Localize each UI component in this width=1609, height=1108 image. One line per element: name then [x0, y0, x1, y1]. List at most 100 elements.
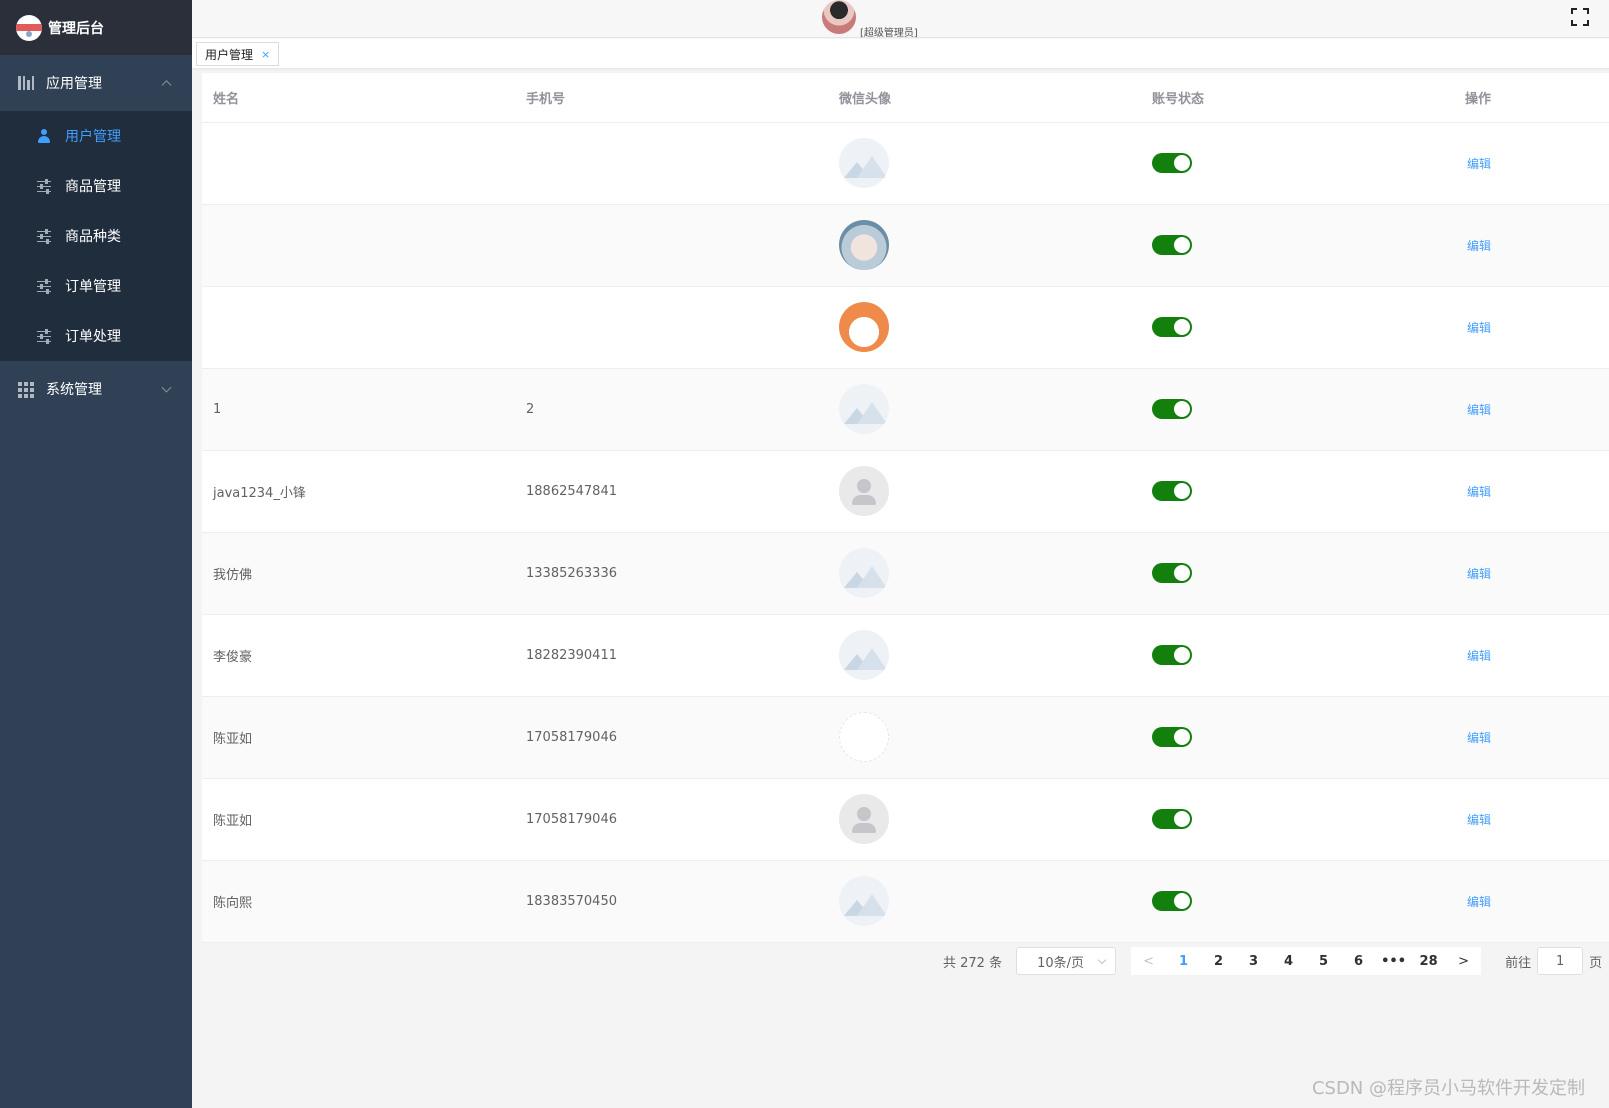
- menu-group-system-management[interactable]: 系统管理: [0, 361, 192, 417]
- cell-phone: [515, 204, 828, 287]
- sliders-icon: [37, 329, 51, 344]
- fullscreen-icon[interactable]: [1571, 8, 1589, 26]
- sliders-icon: [37, 229, 51, 244]
- avatar-image: [839, 876, 889, 926]
- brand[interactable]: 管理后台: [0, 0, 192, 55]
- page-button[interactable]: 4: [1271, 947, 1307, 975]
- page-button[interactable]: 3: [1236, 947, 1272, 975]
- cell-name: [202, 122, 515, 205]
- cell-avatar: [828, 532, 1141, 615]
- menu-group-app-management[interactable]: 应用管理: [0, 55, 192, 111]
- avatar-image: [839, 630, 889, 680]
- sidebar-item-label: 订单处理: [65, 329, 121, 345]
- status-toggle[interactable]: [1152, 153, 1192, 173]
- status-toggle[interactable]: [1152, 563, 1192, 583]
- status-toggle[interactable]: [1152, 809, 1192, 829]
- cell-status: [1141, 450, 1454, 533]
- sidebar-item-label: 商品种类: [65, 229, 121, 245]
- edit-link[interactable]: 编辑: [1467, 321, 1491, 335]
- cell-avatar: [828, 860, 1141, 943]
- close-icon[interactable]: ×: [261, 48, 270, 61]
- status-toggle[interactable]: [1152, 891, 1192, 911]
- avatar-image: [839, 302, 889, 352]
- column-header-status: 账号状态: [1141, 73, 1454, 123]
- cell-avatar: [828, 122, 1141, 205]
- sidebar-item-order-management[interactable]: 订单管理: [0, 261, 192, 311]
- cell-phone: 17058179046: [515, 696, 828, 779]
- cell-name: 1: [202, 368, 515, 451]
- pager: < 1 2 3 4 5 6 ••• 28 >: [1131, 947, 1482, 975]
- cell-phone: [515, 286, 828, 369]
- status-toggle[interactable]: [1152, 645, 1192, 665]
- cell-name: java1234_小锋: [202, 450, 515, 533]
- edit-link[interactable]: 编辑: [1467, 403, 1491, 417]
- status-toggle[interactable]: [1152, 727, 1192, 747]
- cell-name: 李俊豪: [202, 614, 515, 697]
- cell-phone: 18383570450: [515, 860, 828, 943]
- edit-link[interactable]: 编辑: [1467, 485, 1491, 499]
- edit-link[interactable]: 编辑: [1467, 157, 1491, 171]
- edit-link[interactable]: 编辑: [1467, 239, 1491, 253]
- page-button[interactable]: 28: [1411, 947, 1447, 975]
- column-header-action: 操作: [1454, 73, 1609, 123]
- table-row: 1 2 编辑: [202, 368, 1609, 451]
- chart-bars-icon: [18, 76, 34, 90]
- cell-action: 编辑: [1454, 204, 1609, 287]
- table-row: 编辑: [202, 286, 1609, 369]
- edit-link[interactable]: 编辑: [1467, 895, 1491, 909]
- table-row: 陈向熙 18383570450 编辑: [202, 860, 1609, 943]
- page-size-select[interactable]: 10条/页: [1016, 947, 1117, 975]
- page-jump-input[interactable]: [1537, 947, 1584, 975]
- sidebar-item-order-processing[interactable]: 订单处理: [0, 311, 192, 361]
- cell-action: 编辑: [1454, 532, 1609, 615]
- grid-icon: [18, 382, 34, 398]
- cell-status: [1141, 286, 1454, 369]
- cell-avatar: [828, 450, 1141, 533]
- avatar-image: [839, 220, 889, 270]
- page-button[interactable]: 6: [1341, 947, 1377, 975]
- tags-bar: 用户管理 ×: [192, 39, 1609, 69]
- page-button[interactable]: 2: [1201, 947, 1237, 975]
- page-button[interactable]: 1: [1166, 947, 1202, 975]
- tag-user-management[interactable]: 用户管理 ×: [196, 42, 280, 66]
- user-role: [超级管理员]: [860, 28, 918, 39]
- more-pages-button[interactable]: •••: [1376, 947, 1412, 975]
- cell-phone: 17058179046: [515, 778, 828, 861]
- sidebar-item-product-management[interactable]: 商品管理: [0, 161, 192, 211]
- logo-icon: [16, 14, 42, 41]
- chevron-up-icon: [161, 80, 172, 91]
- cell-avatar: [828, 204, 1141, 287]
- avatar-image: [839, 712, 889, 762]
- table-row: 编辑: [202, 122, 1609, 205]
- top-header: [超级管理员]: [192, 0, 1609, 39]
- cell-avatar: [828, 614, 1141, 697]
- cell-status: [1141, 778, 1454, 861]
- user-avatar[interactable]: [822, 0, 856, 34]
- cell-status: [1141, 614, 1454, 697]
- page-jump: 前往 页: [1505, 947, 1602, 975]
- edit-link[interactable]: 编辑: [1467, 649, 1491, 663]
- pagination: 共 272 条 10条/页 < 1 2 3 4 5 6 ••• 28 > 前往 …: [943, 947, 1602, 975]
- prev-page-button[interactable]: <: [1131, 947, 1167, 975]
- status-toggle[interactable]: [1152, 399, 1192, 419]
- cell-phone: 18282390411: [515, 614, 828, 697]
- cell-action: 编辑: [1454, 368, 1609, 451]
- status-toggle[interactable]: [1152, 481, 1192, 501]
- status-toggle[interactable]: [1152, 317, 1192, 337]
- cell-avatar: [828, 778, 1141, 861]
- chevron-down-icon: [161, 382, 172, 393]
- default-avatar-icon: [839, 794, 889, 844]
- cell-avatar: [828, 696, 1141, 779]
- page-button[interactable]: 5: [1306, 947, 1342, 975]
- sidebar-item-label: 用户管理: [65, 129, 121, 145]
- status-toggle[interactable]: [1152, 235, 1192, 255]
- edit-link[interactable]: 编辑: [1467, 813, 1491, 827]
- edit-link[interactable]: 编辑: [1467, 731, 1491, 745]
- next-page-button[interactable]: >: [1446, 947, 1482, 975]
- sidebar-item-product-category[interactable]: 商品种类: [0, 211, 192, 261]
- column-header-name: 姓名: [202, 73, 515, 123]
- sidebar-item-user-management[interactable]: 用户管理: [0, 111, 192, 161]
- sliders-icon: [37, 179, 51, 194]
- edit-link[interactable]: 编辑: [1467, 567, 1491, 581]
- sidebar-item-label: 商品管理: [65, 179, 121, 195]
